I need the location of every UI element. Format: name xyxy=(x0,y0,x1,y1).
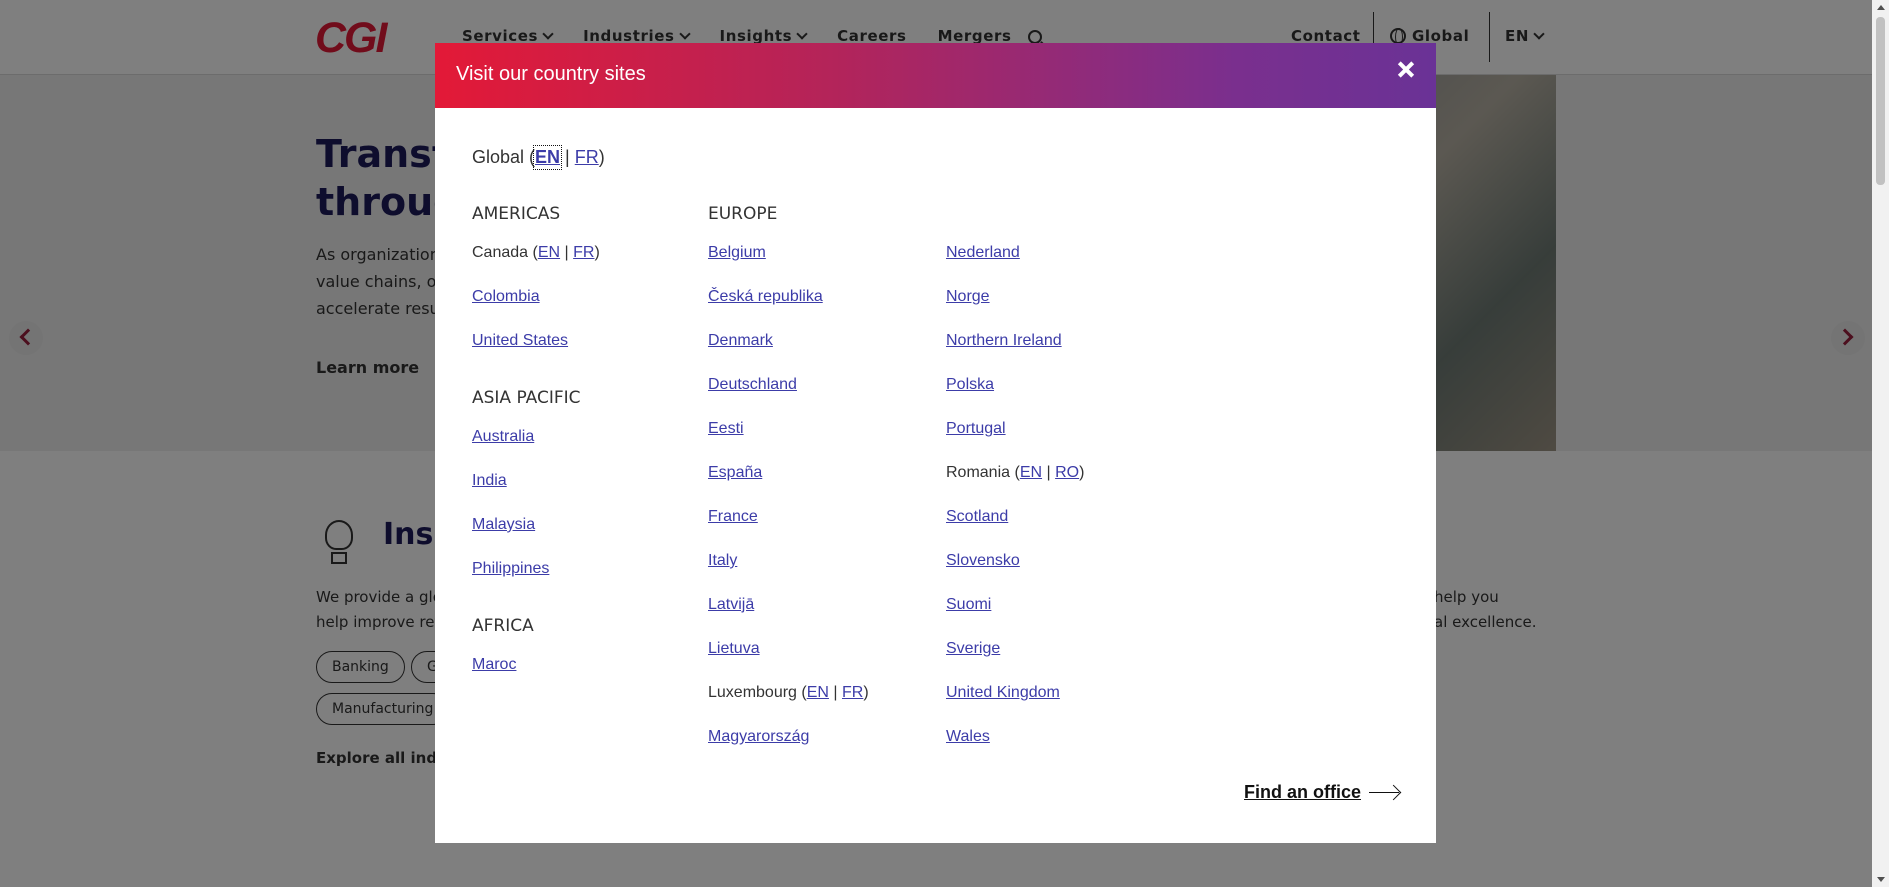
country-link[interactable]: Česká republika xyxy=(708,288,823,306)
close-icon[interactable] xyxy=(1395,59,1417,81)
modal-header: Visit our country sites xyxy=(435,43,1436,108)
region-heading-africa: AFRICA xyxy=(472,616,534,636)
country-sites-modal: Visit our country sites Global ( EN | FR… xyxy=(435,43,1436,843)
country-link[interactable]: Nederland xyxy=(946,244,1020,262)
scrollbar-thumb[interactable] xyxy=(1876,17,1885,185)
global-en-link[interactable]: EN xyxy=(533,145,563,170)
global-fr-link[interactable]: FR xyxy=(575,147,599,168)
country-link[interactable]: India xyxy=(472,472,507,490)
country-canada: Canada ( EN | FR ) xyxy=(472,244,600,262)
global-site-row: Global ( EN | FR ) xyxy=(472,145,605,170)
country-link[interactable]: Northern Ireland xyxy=(946,332,1062,350)
country-link[interactable]: España xyxy=(708,464,762,482)
asia-pacific-list: Australia India Malaysia Philippines xyxy=(472,428,549,604)
country-link[interactable]: Portugal xyxy=(946,420,1006,438)
scrollbar[interactable] xyxy=(1872,0,1889,887)
country-link[interactable]: Slovensko xyxy=(946,552,1020,570)
region-heading-europe: EUROPE xyxy=(708,204,778,224)
americas-list: Canada ( EN | FR ) Colombia United State… xyxy=(472,244,600,376)
country-luxembourg: Luxembourg ( EN | FR ) xyxy=(708,684,869,702)
country-link[interactable]: United States xyxy=(472,332,568,350)
country-link[interactable]: Belgium xyxy=(708,244,766,262)
region-heading-americas: AMERICAS xyxy=(472,204,561,224)
region-heading-asia-pacific: ASIA PACIFIC xyxy=(472,388,581,408)
luxembourg-en-link[interactable]: EN xyxy=(807,684,829,702)
country-link[interactable]: Scotland xyxy=(946,508,1008,526)
country-link[interactable]: Maroc xyxy=(472,656,516,674)
europe-list-col2: Nederland Norge Northern Ireland Polska … xyxy=(946,244,1084,772)
country-link[interactable]: Deutschland xyxy=(708,376,797,394)
canada-en-link[interactable]: EN xyxy=(538,244,560,262)
country-link[interactable]: Philippines xyxy=(472,560,549,578)
country-link[interactable]: France xyxy=(708,508,758,526)
country-link[interactable]: Latvijā xyxy=(708,596,754,614)
country-link[interactable]: Eesti xyxy=(708,420,744,438)
country-romania: Romania ( EN | RO ) xyxy=(946,464,1085,482)
country-link[interactable]: Wales xyxy=(946,728,990,746)
find-office-link[interactable]: Find an office xyxy=(1244,782,1401,803)
luxembourg-fr-link[interactable]: FR xyxy=(842,684,863,702)
europe-list-col1: Belgium Česká republika Denmark Deutschl… xyxy=(708,244,869,772)
country-link[interactable]: Malaysia xyxy=(472,516,535,534)
romania-en-link[interactable]: EN xyxy=(1020,464,1042,482)
country-link[interactable]: Suomi xyxy=(946,596,991,614)
find-office-label[interactable]: Find an office xyxy=(1244,782,1361,803)
modal-title: Visit our country sites xyxy=(456,63,646,85)
country-link[interactable]: Polska xyxy=(946,376,994,394)
country-link[interactable]: Magyarország xyxy=(708,728,809,746)
country-link[interactable]: Australia xyxy=(472,428,534,446)
country-link[interactable]: Italy xyxy=(708,552,737,570)
country-link[interactable]: Denmark xyxy=(708,332,773,350)
africa-list: Maroc xyxy=(472,656,516,700)
country-link[interactable]: United Kingdom xyxy=(946,684,1060,702)
arrow-right-icon xyxy=(1369,786,1401,800)
canada-fr-link[interactable]: FR xyxy=(573,244,594,262)
country-link[interactable]: Norge xyxy=(946,288,990,306)
scroll-down-arrow-icon[interactable] xyxy=(1877,877,1885,882)
romania-ro-link[interactable]: RO xyxy=(1055,464,1079,482)
scroll-up-arrow-icon[interactable] xyxy=(1877,5,1885,10)
country-link[interactable]: Sverige xyxy=(946,640,1000,658)
country-link[interactable]: Lietuva xyxy=(708,640,760,658)
country-link[interactable]: Colombia xyxy=(472,288,540,306)
